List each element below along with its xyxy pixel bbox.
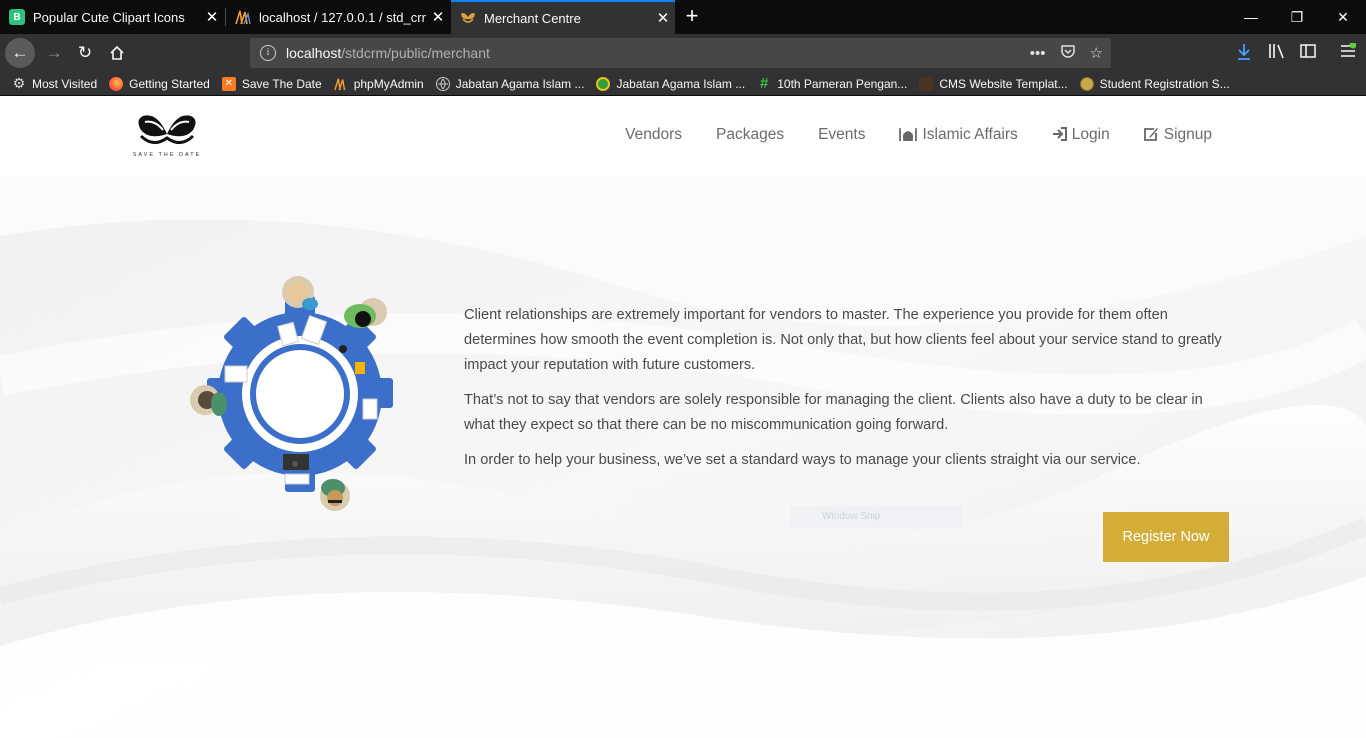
main-nav: Vendors Packages Events Islamic Affairs … — [625, 126, 1212, 144]
forward-icon[interactable]: → — [39, 38, 69, 68]
home-icon[interactable] — [102, 38, 132, 68]
bookmark-getting-started[interactable]: Getting Started — [109, 76, 210, 91]
tab-popular-cute-clipart[interactable]: B Popular Cute Clipart Icons ✕ — [0, 0, 224, 34]
minimize-icon[interactable]: — — [1228, 0, 1274, 34]
intro-paragraph-2: That’s not to say that vendors are solel… — [464, 392, 1203, 433]
restore-icon[interactable]: ❐ — [1274, 0, 1320, 34]
intro-paragraph-3: In order to help your business, we’ve se… — [464, 452, 1141, 468]
nav-label: Packages — [716, 126, 785, 143]
merchant-intro: Client relationships are extremely impor… — [464, 303, 1224, 483]
back-icon[interactable]: ← — [5, 38, 35, 68]
tab-merchant-centre[interactable]: Merchant Centre ✕ — [451, 0, 675, 34]
bookmark-cms-template[interactable]: CMS Website Templat... — [919, 76, 1068, 91]
bookmark-label: Jabatan Agama Islam ... — [616, 76, 746, 91]
bookmark-label: 10th Pameran Pengan... — [777, 76, 908, 91]
nav-label: Vendors — [625, 126, 682, 143]
nav-events[interactable]: Events — [818, 126, 865, 144]
site-logo[interactable]: SAVE THE DATE — [127, 112, 207, 162]
globe-icon — [435, 76, 450, 91]
bookmark-most-visited[interactable]: ⚙ Most Visited — [12, 75, 98, 91]
close-tab-icon[interactable]: ✕ — [651, 9, 675, 27]
tab-title: Merchant Centre — [484, 10, 581, 26]
bookmark-label: Save The Date — [241, 76, 322, 91]
bookmark-phpmyadmin[interactable]: phpMyAdmin — [333, 76, 424, 91]
nav-label: Events — [818, 126, 866, 143]
close-window-icon[interactable]: ✕ — [1320, 0, 1366, 34]
nav-packages[interactable]: Packages — [716, 126, 784, 144]
sign-in-icon — [1052, 126, 1067, 144]
site-header: SAVE THE DATE Vendors Packages Events Is… — [0, 96, 1366, 176]
logo-text: SAVE THE DATE — [132, 152, 202, 158]
pocket-icon[interactable] — [1060, 43, 1076, 63]
bookmark-label: Student Registration S... — [1099, 76, 1230, 91]
gear-icon: ⚙ — [12, 75, 26, 91]
nav-signup[interactable]: Signup — [1143, 126, 1212, 144]
mosque-icon — [596, 76, 611, 91]
downloads-icon[interactable] — [1236, 43, 1252, 66]
menu-icon[interactable] — [1340, 41, 1357, 64]
bookmark-star-icon[interactable]: ☆ — [1090, 44, 1103, 62]
site-info-icon[interactable]: i — [260, 45, 276, 61]
tab-title: localhost / 127.0.0.1 / std_crm / — [259, 9, 426, 25]
web-page: SAVE THE DATE Vendors Packages Events Is… — [0, 96, 1366, 738]
vendor-gear-illustration — [190, 276, 393, 511]
person-top-right — [344, 298, 387, 328]
tab-bar: B Popular Cute Clipart Icons ✕ localhost… — [0, 0, 1366, 34]
hash-icon: # — [760, 75, 769, 92]
nav-label: Signup — [1163, 126, 1212, 143]
bookmark-jabatan-agama-2[interactable]: Jabatan Agama Islam ... — [596, 76, 746, 91]
library-icon[interactable] — [1268, 43, 1286, 64]
close-tab-icon[interactable]: ✕ — [200, 8, 224, 26]
bookmark-label: Jabatan Agama Islam ... — [455, 76, 585, 91]
save-the-date-favicon — [460, 10, 476, 26]
reload-icon[interactable]: ↻ — [70, 38, 100, 68]
url-host: localhost — [286, 45, 342, 61]
url-bar[interactable]: i localhost/stdcrm/public/merchant ••• ☆ — [250, 38, 1111, 68]
close-tab-icon[interactable]: ✕ — [426, 8, 450, 26]
faint-overlay: Window Snip — [790, 506, 962, 528]
nav-label: Login — [1071, 126, 1110, 143]
mosque-icon — [899, 127, 918, 144]
nav-login[interactable]: Login — [1052, 126, 1110, 144]
phpmyadmin-icon — [333, 77, 348, 91]
nav-islamic-affairs[interactable]: Islamic Affairs — [899, 126, 1018, 144]
intro-paragraph-1: Client relationships are extremely impor… — [464, 307, 1222, 373]
clipart-site-icon: B — [9, 9, 25, 25]
bookmark-pameran[interactable]: # 10th Pameran Pengan... — [757, 75, 908, 92]
bookmark-jabatan-agama-1[interactable]: Jabatan Agama Islam ... — [435, 76, 585, 91]
seal-icon — [1079, 76, 1094, 91]
navigation-toolbar: ← → ↻ i localhost/stdcrm/public/merchant… — [0, 34, 1366, 72]
template-icon — [919, 76, 934, 91]
bookmark-label: Getting Started — [129, 76, 210, 91]
wings-logo-icon — [138, 115, 196, 144]
nav-vendors[interactable]: Vendors — [625, 126, 682, 144]
bookmark-student-registration[interactable]: Student Registration S... — [1079, 76, 1230, 91]
bookmark-label: Most Visited — [32, 76, 98, 91]
register-now-button[interactable]: Register Now — [1103, 512, 1229, 562]
sidebar-icon[interactable] — [1300, 43, 1316, 64]
nav-label: Islamic Affairs — [922, 126, 1018, 143]
tab-title: Popular Cute Clipart Icons — [33, 9, 185, 25]
phpmyadmin-icon — [235, 9, 251, 25]
xampp-icon: ✕ — [221, 76, 236, 91]
page-actions-icon[interactable]: ••• — [1030, 45, 1046, 62]
bookmark-label: phpMyAdmin — [353, 76, 424, 91]
new-tab-icon[interactable]: + — [678, 3, 706, 31]
tab-phpmyadmin[interactable]: localhost / 127.0.0.1 / std_crm / ✕ — [226, 0, 450, 34]
bookmarks-toolbar: ⚙ Most Visited Getting Started ✕ Save Th… — [0, 72, 1366, 96]
firefox-icon — [109, 76, 124, 91]
person-bottom — [320, 479, 350, 511]
bookmark-label: CMS Website Templat... — [939, 76, 1068, 91]
edit-icon — [1143, 127, 1159, 144]
bookmark-save-the-date[interactable]: ✕ Save The Date — [221, 76, 322, 91]
url-path: /stdcrm/public/merchant — [341, 45, 490, 61]
